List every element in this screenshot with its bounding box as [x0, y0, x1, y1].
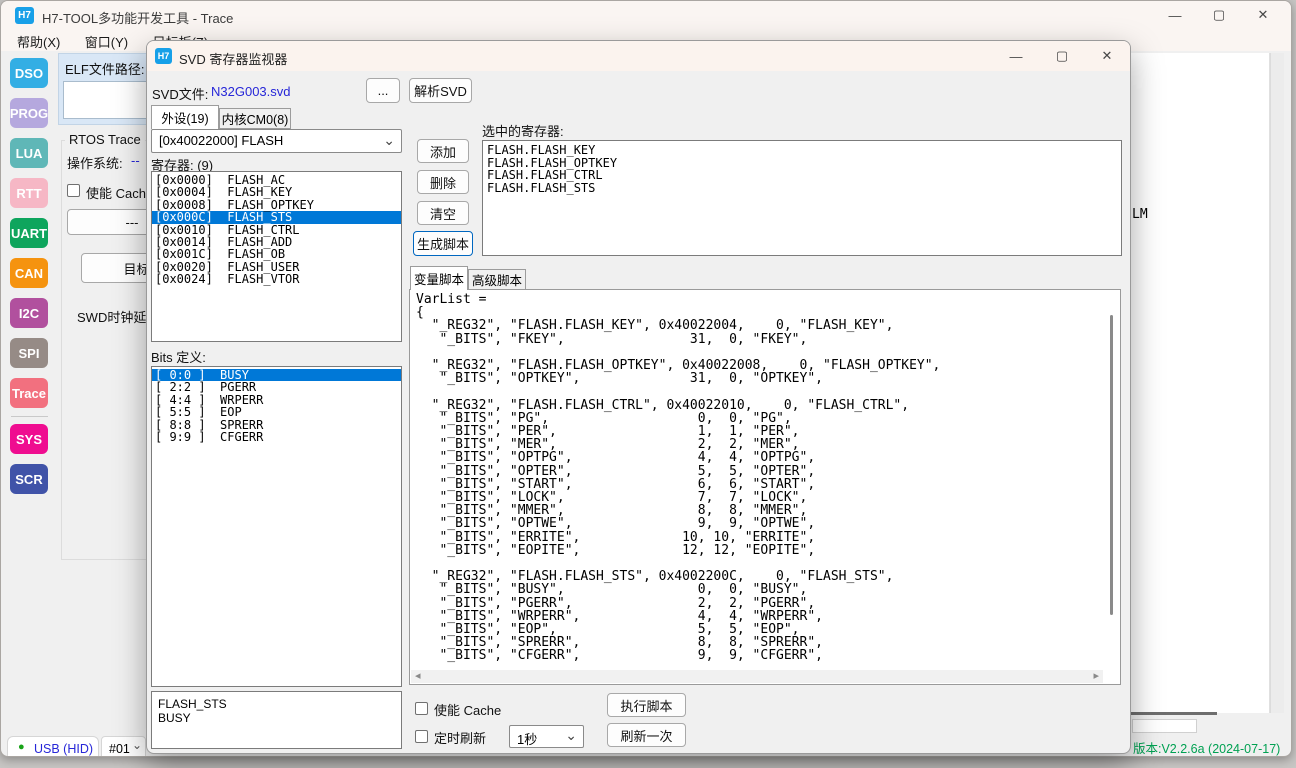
usb-status-cell: ● USB (HID)	[7, 736, 99, 756]
swd-clock-label: SWD时钟延	[77, 310, 147, 325]
sidebar-item-lua[interactable]: LUA	[10, 138, 48, 168]
scroll-right-icon[interactable]: ▸	[1093, 670, 1099, 683]
peripheral-select[interactable]: [0x40022000] FLASH ⌄	[151, 129, 402, 153]
svd-file-link[interactable]: N32G003.svd	[211, 84, 291, 99]
main-minimize-button[interactable]: —	[1153, 1, 1197, 29]
refresh-once-button[interactable]: 刷新一次	[607, 723, 686, 747]
register-list-item[interactable]: [0x0004] FLASH_KEY	[152, 186, 401, 199]
selected-registers-listbox[interactable]: FLASH.FLASH_KEY FLASH.FLASH_OPTKEY FLASH…	[482, 140, 1122, 256]
minimize-icon: —	[1009, 48, 1023, 64]
background-partial-text: LM	[1132, 207, 1148, 222]
bit-list-item[interactable]: [ 9:9 ] CFGERR	[152, 431, 401, 444]
selected-register-item[interactable]: FLASH.FLASH_STS	[487, 182, 1121, 195]
peripheral-select-value: [0x40022000] FLASH	[159, 133, 284, 148]
dialog-h7-logo-icon: H7	[155, 48, 172, 64]
sidebar-item-can[interactable]: CAN	[10, 258, 48, 288]
timer-refresh-label: 定时刷新	[434, 731, 487, 746]
browse-svd-button[interactable]: ...	[366, 78, 400, 103]
timer-refresh-checkbox[interactable]	[415, 730, 428, 743]
maximize-icon: ▢	[1055, 48, 1069, 63]
cache-checkbox-label: 使能 Cache	[434, 703, 502, 718]
generate-script-button[interactable]: 生成脚本	[413, 231, 473, 256]
maximize-icon: ▢	[1212, 7, 1226, 22]
device-select[interactable]: #01 ⌄	[101, 736, 146, 756]
script-editor[interactable]: VarList = { "_REG32", "FLASH.FLASH_KEY",…	[416, 293, 1102, 668]
sidebar-item-rtt[interactable]: RTT	[10, 178, 48, 208]
dialog-close-button[interactable]: ✕	[1085, 42, 1129, 70]
selected-register-item[interactable]: FLASH.FLASH_KEY	[487, 144, 1121, 157]
scroll-left-icon[interactable]: ◂	[415, 670, 421, 683]
background-scroll-strip	[1270, 53, 1284, 713]
interval-select-value: 1秒	[517, 732, 538, 747]
sidebar-item-spi[interactable]: SPI	[10, 338, 48, 368]
os-label: 操作系统:	[67, 156, 123, 171]
svd-monitor-dialog: H7 SVD 寄存器监视器 — ▢ ✕ SVD文件: N32G003.svd .…	[146, 40, 1131, 754]
background-bottom-box	[1132, 719, 1197, 733]
chevron-down-icon: ⌄	[565, 727, 577, 743]
execute-script-button[interactable]: 执行脚本	[607, 693, 686, 717]
sidebar-item-sys[interactable]: SYS	[10, 424, 48, 454]
svd-file-label: SVD文件:	[152, 87, 209, 102]
main-close-button[interactable]: ✕	[1241, 1, 1285, 29]
register-list-item-selected[interactable]: [0x000C] FLASH_STS	[152, 211, 401, 224]
menu-window[interactable]: 窗口(Y)	[75, 29, 138, 54]
cache-checkbox[interactable]	[415, 702, 428, 715]
rtos-cache-checkbox[interactable]	[67, 184, 80, 197]
elf-path-label: ELF文件路径: (	[65, 62, 153, 77]
tab-core[interactable]: 内核CM0(8)	[219, 108, 291, 129]
main-window-title: H7-TOOL多功能开发工具 - Trace	[42, 11, 234, 26]
sidebar-item-trace[interactable]: Trace	[10, 378, 48, 408]
register-listbox[interactable]: [0x0000] FLASH_AC [0x0004] FLASH_KEY [0x…	[151, 171, 402, 342]
main-titlebar: H7 H7-TOOL多功能开发工具 - Trace — ▢ ✕	[1, 1, 1291, 29]
clear-button[interactable]: 清空	[417, 201, 469, 225]
chevron-down-icon: ⌄	[131, 738, 142, 752]
menu-help[interactable]: 帮助(X)	[7, 29, 70, 54]
add-button[interactable]: 添加	[417, 139, 469, 163]
sidebar-item-prog[interactable]: PROG	[10, 98, 48, 128]
close-icon: ✕	[1101, 48, 1113, 63]
main-maximize-button[interactable]: ▢	[1197, 1, 1241, 29]
usb-status-dot-icon: ●	[18, 741, 25, 753]
sidebar-item-i2c[interactable]: I2C	[10, 298, 48, 328]
interval-select[interactable]: 1秒 ⌄	[509, 725, 584, 748]
bit-description-box: FLASH_STS BUSY	[151, 691, 402, 749]
usb-status-label: USB (HID)	[34, 742, 94, 756]
dialog-minimize-button[interactable]: —	[994, 42, 1038, 70]
scrollbar-thumb[interactable]	[1110, 315, 1113, 615]
rtos-trace-group-label: RTOS Trace	[65, 132, 145, 147]
script-vertical-scrollbar[interactable]	[1104, 291, 1119, 669]
version-label: 版本:V2.2.6a (2024-07-17)	[1133, 742, 1281, 756]
rtos-cache-label: 使能 Cache	[86, 186, 154, 201]
sidebar-item-dso[interactable]: DSO	[10, 58, 48, 88]
dialog-title: SVD 寄存器监视器	[179, 52, 288, 67]
bits-listbox[interactable]: [ 0:0 ] BUSY [ 2:2 ] PGERR [ 4:4 ] WRPER…	[151, 366, 402, 687]
minimize-icon: —	[1168, 7, 1182, 23]
script-editor-panel: VarList = { "_REG32", "FLASH.FLASH_KEY",…	[409, 289, 1121, 685]
selected-register-item[interactable]: FLASH.FLASH_CTRL	[487, 169, 1121, 182]
tab-variable-script[interactable]: 变量脚本	[410, 266, 468, 290]
sidebar-item-scr[interactable]: SCR	[10, 464, 48, 494]
close-icon: ✕	[1257, 7, 1269, 22]
chevron-down-icon: ⌄	[383, 132, 395, 148]
parse-svd-button[interactable]: 解析SVD	[409, 78, 472, 103]
screen: H7 H7-TOOL多功能开发工具 - Trace — ▢ ✕ 帮助(X) 窗口…	[0, 0, 1296, 768]
bit-list-item[interactable]: [ 5:5 ] EOP	[152, 406, 401, 419]
sidebar-divider	[11, 416, 48, 417]
device-select-value: #01	[109, 742, 130, 756]
dialog-titlebar: H7 SVD 寄存器监视器 — ▢ ✕	[147, 41, 1130, 71]
os-value-link[interactable]: --	[131, 153, 140, 168]
sidebar-item-uart[interactable]: UART	[10, 218, 48, 248]
tab-peripherals[interactable]: 外设(19)	[151, 105, 219, 129]
tab-advanced-script[interactable]: 高级脚本	[468, 269, 526, 290]
dialog-maximize-button[interactable]: ▢	[1040, 42, 1084, 70]
script-horizontal-scrollbar[interactable]: ◂ ▸	[411, 670, 1103, 683]
selected-registers-label: 选中的寄存器:	[482, 124, 564, 139]
bits-definition-label: Bits 定义:	[151, 350, 206, 365]
bit-list-item[interactable]: [ 2:2 ] PGERR	[152, 381, 401, 394]
h7-logo-icon: H7	[15, 7, 34, 24]
register-list-item[interactable]: [0x001C] FLASH_OB	[152, 248, 401, 261]
register-list-item[interactable]: [0x0024] FLASH_VTOR	[152, 273, 401, 286]
remove-button[interactable]: 删除	[417, 170, 469, 194]
